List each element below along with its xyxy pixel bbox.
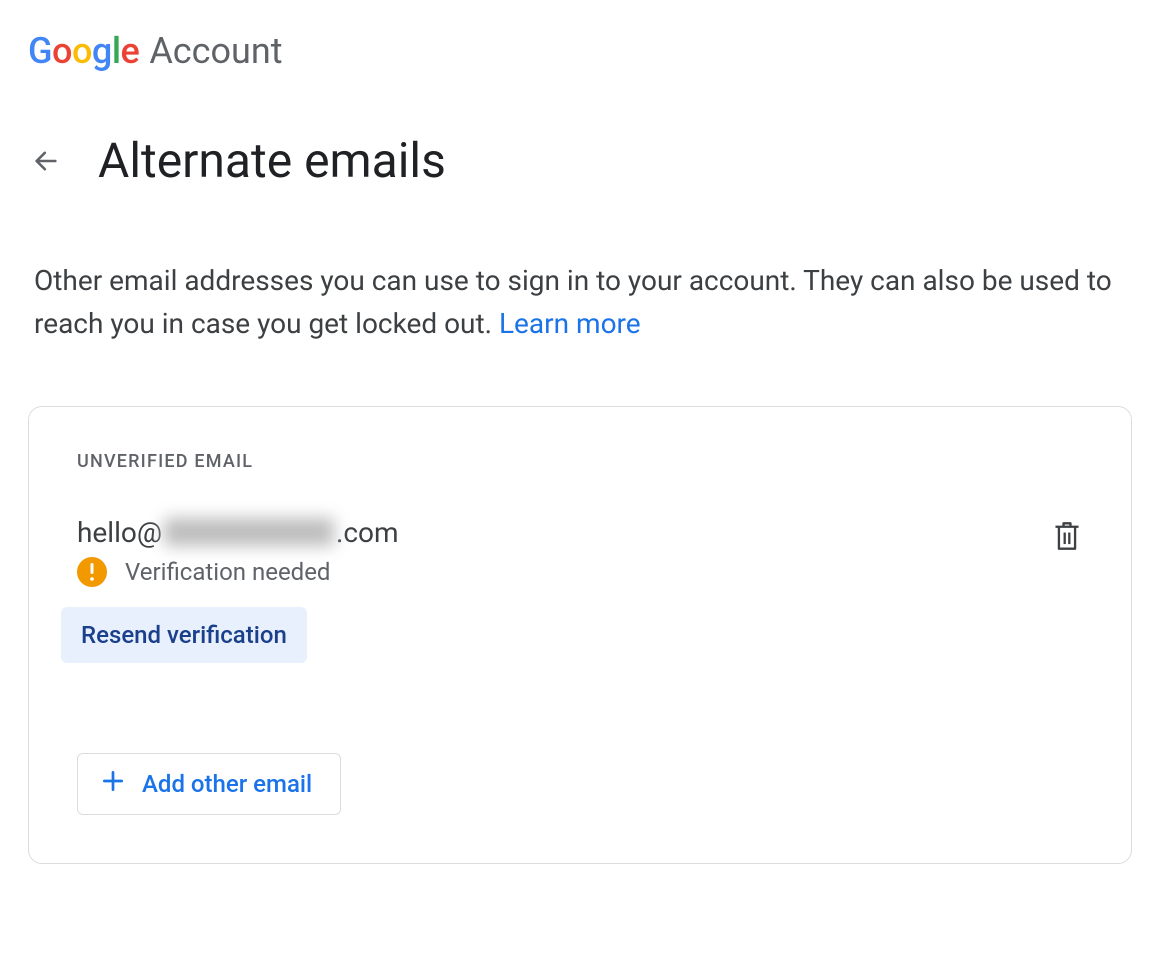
email-prefix: hello@ (77, 516, 162, 549)
email-row: hello@ .com Verification needed Resend v… (77, 516, 1087, 663)
plus-icon (100, 768, 126, 800)
delete-email-button[interactable] (1047, 516, 1087, 556)
warning-icon (77, 557, 107, 587)
add-other-email-button[interactable]: Add other email (77, 753, 341, 815)
section-label: UNVERIFIED EMAIL (77, 451, 1087, 472)
add-other-email-label: Add other email (142, 770, 312, 798)
resend-verification-button[interactable]: Resend verification (61, 607, 307, 663)
learn-more-link[interactable]: Learn more (499, 307, 641, 340)
branding-header: G o o g l e Account (28, 30, 1132, 72)
email-address: hello@ .com (77, 516, 1047, 549)
redacted-domain (164, 518, 334, 546)
page-description: Other email addresses you can use to sig… (34, 259, 1114, 346)
back-arrow-icon[interactable] (28, 143, 64, 179)
status-text: Verification needed (125, 558, 330, 586)
google-logo: G o o g l e (28, 30, 139, 72)
product-name: Account (149, 30, 282, 72)
page-title: Alternate emails (98, 132, 446, 189)
email-suffix: .com (336, 516, 399, 549)
emails-card: UNVERIFIED EMAIL hello@ .com Verificatio… (28, 406, 1132, 864)
